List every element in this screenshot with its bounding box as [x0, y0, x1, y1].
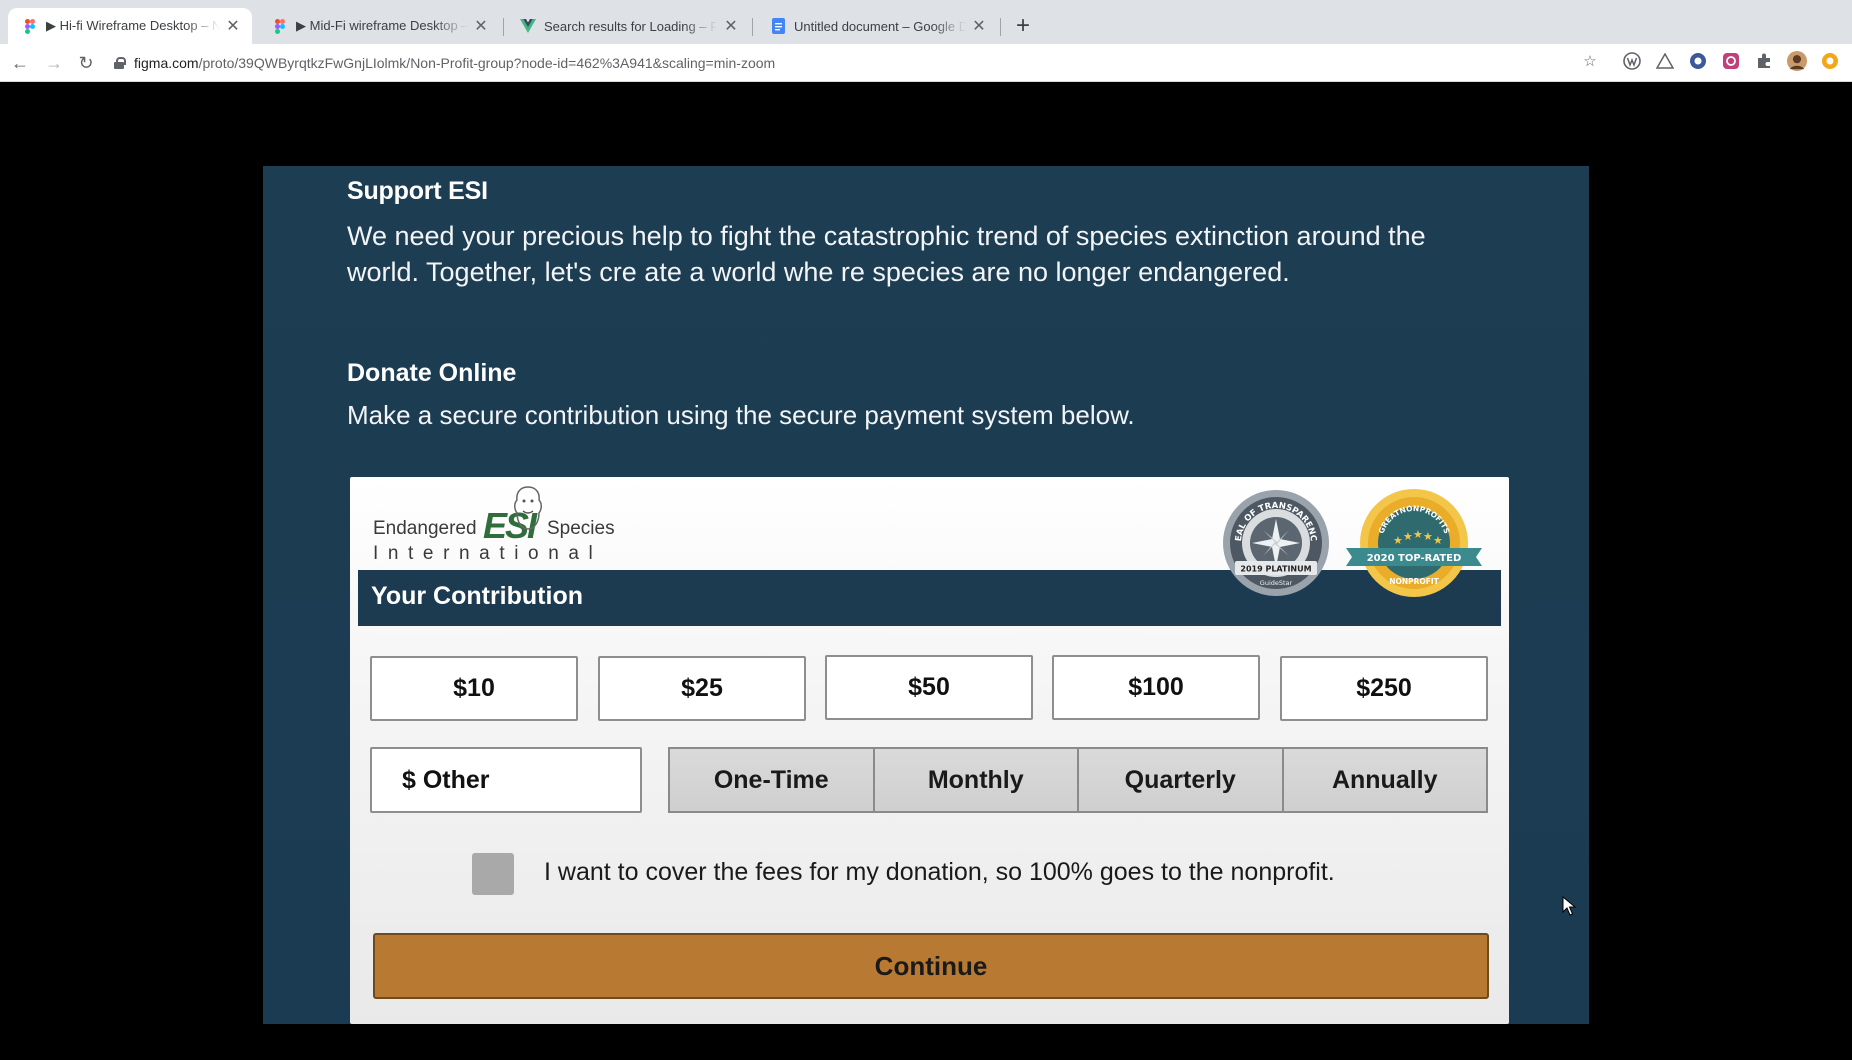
contribution-title: Your Contribution — [371, 582, 583, 610]
extension-w-icon[interactable] — [1622, 51, 1642, 71]
amount-250-button[interactable]: $250 — [1280, 656, 1488, 721]
tab-title: ▶ Hi-fi Wireframe Desktop – N — [46, 18, 220, 33]
avatar[interactable] — [1787, 51, 1807, 71]
frequency-monthly[interactable]: Monthly — [874, 749, 1079, 811]
seal-transparency-bottom: GuideStar — [1260, 579, 1293, 587]
tab-midfi-wireframe[interactable]: ▶ Mid-Fi wireframe Desktop – ✕ — [258, 8, 500, 44]
tab-google-doc[interactable]: Untitled document – Google D ✕ — [756, 8, 998, 44]
svg-text:★: ★ — [1413, 528, 1423, 541]
close-icon[interactable]: ✕ — [224, 16, 242, 36]
forward-icon[interactable]: → — [40, 50, 68, 76]
extension-orange-icon[interactable] — [1820, 51, 1840, 71]
back-icon[interactable]: ← — [6, 50, 34, 76]
extension-circle-icon[interactable] — [1688, 51, 1708, 71]
url-path: /proto/39QWByrqtkzFwGnjLIolmk/Non-Profit… — [198, 55, 776, 71]
donate-heading: Donate Online — [347, 359, 517, 387]
tab-separator — [752, 18, 753, 36]
amount-10-button[interactable]: $10 — [370, 656, 578, 721]
tab-separator — [503, 18, 504, 36]
esi-logo: Endangered ESI Species International — [373, 485, 643, 565]
tab-search-results[interactable]: Search results for Loading – Fi ✕ — [506, 8, 750, 44]
svg-text:★: ★ — [1433, 534, 1443, 547]
drive-icon[interactable] — [1655, 51, 1675, 71]
top-rated-seal: ★ ★ ★ ★ ★ GREATNONPROFITS 2020 TOP-RATED NON… — [1346, 489, 1482, 597]
logo-word-endangered: Endangered — [373, 518, 477, 539]
close-icon[interactable]: ✕ — [472, 16, 490, 36]
tab-title: Search results for Loading – Fi — [544, 18, 718, 34]
puzzle-icon[interactable] — [1754, 51, 1774, 71]
svg-text:★: ★ — [1423, 530, 1433, 543]
extension-camera-icon[interactable] — [1721, 51, 1741, 71]
url-host: figma.com — [134, 55, 199, 71]
seal-top-rated-bottom: NONPROFIT — [1389, 577, 1439, 586]
gorilla-icon — [514, 486, 542, 530]
logo-word-species: Species — [547, 518, 615, 539]
frequency-selector: One-Time Monthly Quarterly Annually — [668, 747, 1488, 813]
vue-icon — [520, 18, 536, 34]
frequency-quarterly[interactable]: Quarterly — [1079, 749, 1284, 811]
figma-icon — [22, 18, 38, 34]
frequency-one-time[interactable]: One-Time — [670, 749, 875, 811]
amount-25-button[interactable]: $25 — [598, 656, 806, 721]
logo-word-international: International — [373, 543, 603, 564]
amount-50-button[interactable]: $50 — [825, 655, 1033, 720]
url-text: figma.com/proto/39QWByrqtkzFwGnjLIolmk/N… — [134, 55, 775, 71]
seal-top-rated-ribbon: 2020 TOP-RATED — [1367, 553, 1462, 564]
reload-icon[interactable]: ↻ — [72, 50, 100, 76]
new-tab-button[interactable]: + — [1009, 12, 1037, 40]
lock-icon — [114, 57, 126, 69]
other-amount-input[interactable]: $ Other — [370, 747, 642, 813]
browser-toolbar: ← → ↻ figma.com/proto/39QWByrqtkzFwGnjLI… — [0, 44, 1852, 82]
frequency-annually[interactable]: Annually — [1283, 749, 1486, 811]
tab-separator — [1000, 18, 1001, 36]
tab-title: Untitled document – Google D — [794, 18, 966, 34]
figma-icon — [272, 18, 288, 34]
donate-text: Make a secure contribution using the sec… — [347, 400, 1135, 430]
transparency-seal: SEAL OF TRANSPARENCY 2019 PLATINUM Guide… — [1221, 488, 1329, 596]
seal-transparency-ribbon: 2019 PLATINUM — [1240, 565, 1311, 574]
close-icon[interactable]: ✕ — [722, 16, 740, 36]
cover-fees-checkbox[interactable] — [472, 853, 514, 895]
cover-fees-label: I want to cover the fees for my donation… — [544, 858, 1335, 886]
support-text: We need your precious help to fight the … — [347, 221, 1426, 287]
tab-hifi-wireframe[interactable]: ▶ Hi-fi Wireframe Desktop – N ✕ — [8, 8, 252, 44]
address-bar[interactable]: figma.com/proto/39QWByrqtkzFwGnjLIolmk/N… — [114, 49, 1604, 77]
star-icon[interactable]: ☆ — [1580, 51, 1600, 71]
support-heading: Support ESI — [347, 177, 488, 205]
tab-strip: ▶ Hi-fi Wireframe Desktop – N ✕ ▶ Mid-Fi… — [0, 0, 1852, 44]
tab-title: ▶ Mid-Fi wireframe Desktop – — [296, 18, 468, 33]
mouse-cursor-icon — [1562, 896, 1576, 916]
svg-text:★: ★ — [1403, 530, 1413, 543]
svg-text:★: ★ — [1393, 534, 1403, 547]
docs-icon — [770, 18, 786, 34]
amount-100-button[interactable]: $100 — [1052, 655, 1260, 720]
close-icon[interactable]: ✕ — [970, 16, 988, 36]
continue-button[interactable]: Continue — [373, 933, 1489, 999]
